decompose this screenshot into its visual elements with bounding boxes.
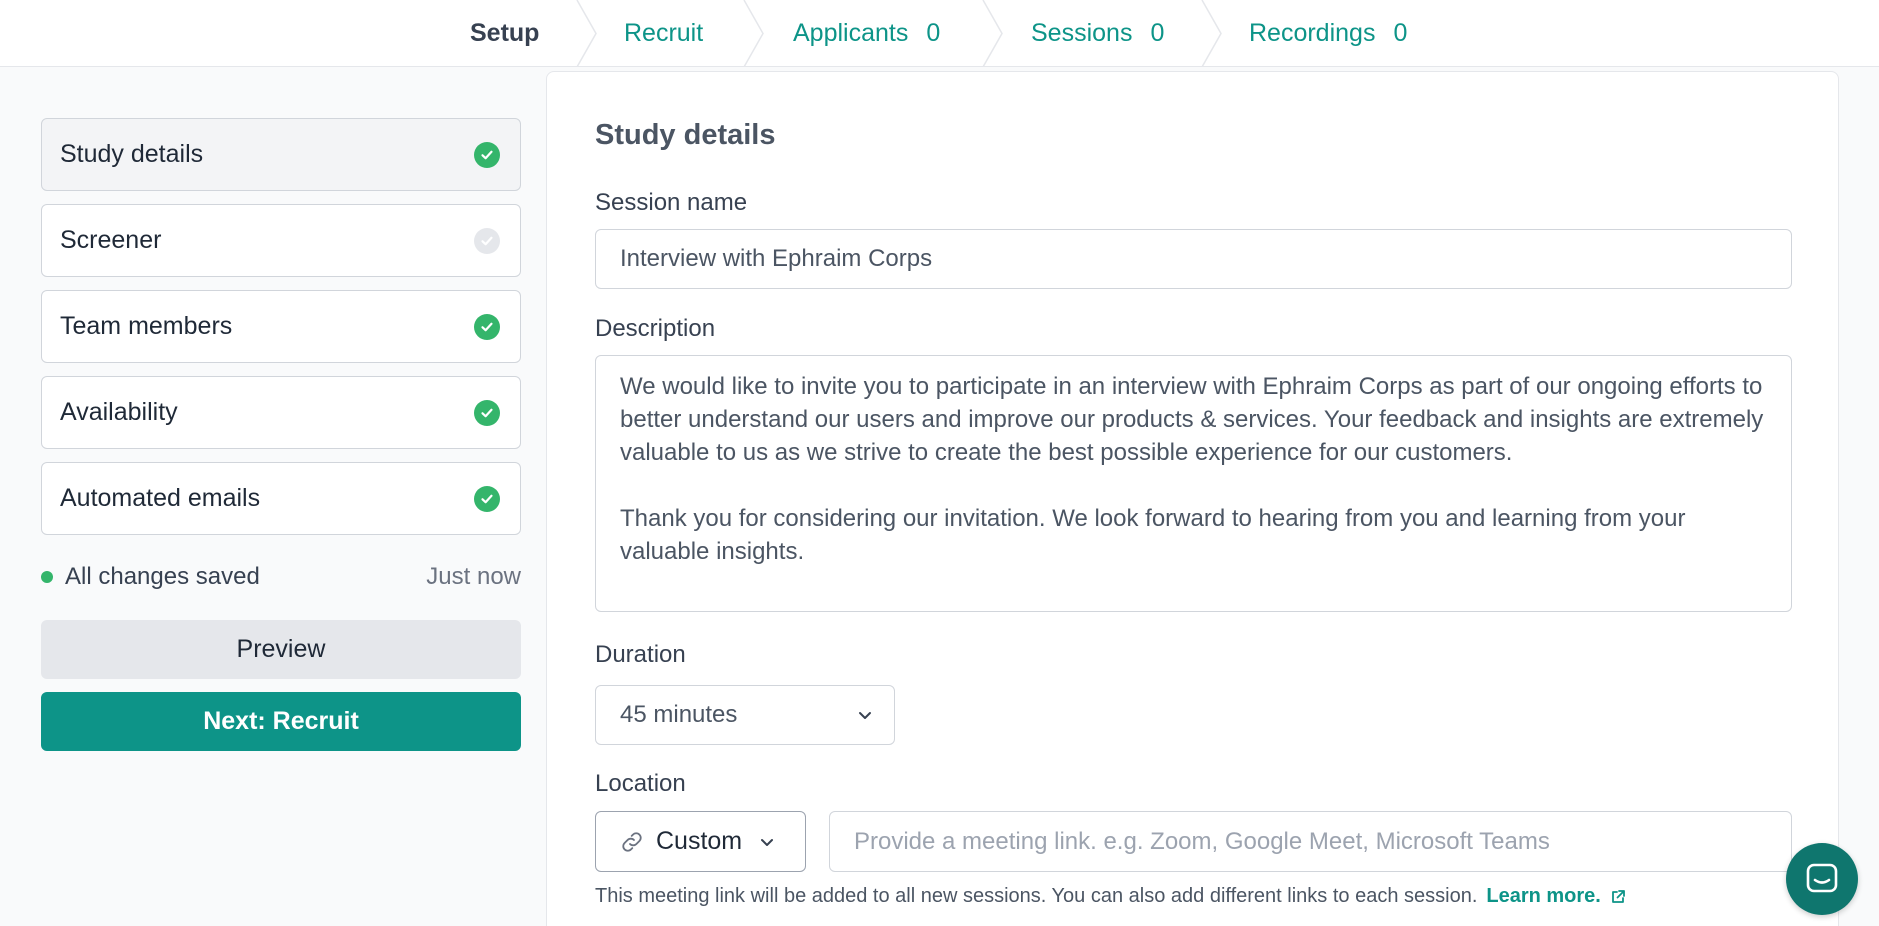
chevron-down-icon	[859, 712, 871, 719]
step-sessions[interactable]: Sessions 0	[1031, 0, 1164, 67]
step-recruit[interactable]: Recruit	[624, 0, 703, 67]
learn-more-link[interactable]: Learn more.	[1486, 885, 1600, 908]
save-status: All changes saved Just now	[41, 560, 521, 594]
description-label: Description	[595, 315, 716, 342]
meeting-link-placeholder: Provide a meeting link. e.g. Zoom, Googl…	[854, 827, 1550, 855]
sidebar-item-study-details[interactable]: Study details	[41, 118, 521, 191]
sidebar-item-label: Automated emails	[60, 484, 261, 512]
step-separator-icon	[576, 0, 597, 67]
sidebar-item-automated-emails[interactable]: Automated emails	[41, 462, 521, 535]
step-recordings-count: 0	[1393, 19, 1408, 47]
session-name-value: Interview with Ephraim Corps	[620, 245, 933, 272]
location-help: This meeting link will be added to all n…	[595, 885, 1478, 907]
preview-button[interactable]: Preview	[41, 620, 521, 679]
sidebar-item-screener[interactable]: Screener	[41, 204, 521, 277]
step-setup-label: Setup	[470, 19, 540, 47]
save-status-text: All changes saved	[65, 563, 260, 590]
step-setup[interactable]: Setup	[470, 0, 539, 67]
check-circle-icon	[474, 313, 500, 340]
check-circle-icon	[474, 485, 500, 512]
step-separator-icon	[743, 0, 764, 67]
location-help-text: This meeting link will be added to all n…	[595, 885, 1627, 908]
location-type-value: Custom	[656, 827, 743, 855]
step-sessions-count: 0	[1150, 19, 1165, 47]
sidebar-item-availability[interactable]: Availability	[41, 376, 521, 449]
check-circle-icon	[474, 399, 500, 426]
save-status-time: Just now	[426, 563, 521, 590]
step-applicants-count: 0	[926, 19, 941, 47]
sidebar-item-label: Availability	[60, 398, 178, 426]
chevron-down-icon	[761, 838, 774, 846]
sidebar-item-label: Screener	[60, 226, 162, 254]
sidebar-item-label: Study details	[60, 140, 204, 168]
meeting-link-input[interactable]: Provide a meeting link. e.g. Zoom, Googl…	[829, 811, 1792, 872]
page-title: Study details	[595, 119, 776, 151]
saved-dot-icon	[41, 571, 53, 583]
next-recruit-button[interactable]: Next: Recruit	[41, 692, 521, 751]
step-recordings[interactable]: Recordings 0	[1249, 0, 1407, 67]
location-label: Location	[595, 770, 686, 797]
step-recruit-label: Recruit	[624, 19, 704, 47]
sidebar-item-team-members[interactable]: Team members	[41, 290, 521, 363]
step-recordings-label: Recordings	[1249, 19, 1376, 47]
duration-label: Duration	[595, 641, 686, 668]
link-icon	[622, 831, 642, 852]
duration-select[interactable]: 45 minutes	[595, 685, 895, 745]
study-details-panel: Study details Session name Interview wit…	[546, 71, 1839, 926]
check-circle-gray-icon	[474, 227, 500, 254]
check-circle-icon	[474, 141, 500, 168]
sidebar-item-label: Team members	[60, 312, 233, 340]
duration-value: 45 minutes	[620, 701, 738, 728]
description-paragraph-1: We would like to invite you to participa…	[620, 373, 1764, 466]
chat-launcher-button[interactable]	[1786, 843, 1858, 915]
step-navigation: Setup Recruit Applicants 0 Sessions 0 Re…	[0, 0, 1879, 67]
step-sessions-label: Sessions	[1031, 19, 1133, 47]
learn-more-label: Learn more.	[1486, 885, 1601, 907]
description-textarea[interactable]: We would like to invite you to participa…	[595, 355, 1792, 612]
external-link-icon[interactable]	[1609, 888, 1627, 906]
description-paragraph-2: Thank you for considering our invitation…	[620, 505, 1686, 565]
session-name-input[interactable]: Interview with Ephraim Corps	[595, 229, 1792, 289]
step-applicants-label: Applicants	[793, 19, 909, 47]
step-separator-icon	[1201, 0, 1222, 67]
session-name-label: Session name	[595, 189, 748, 216]
location-type-select[interactable]: Custom	[595, 811, 806, 872]
step-separator-icon	[982, 0, 1003, 67]
step-applicants[interactable]: Applicants 0	[793, 0, 940, 67]
chat-icon	[1806, 863, 1838, 893]
